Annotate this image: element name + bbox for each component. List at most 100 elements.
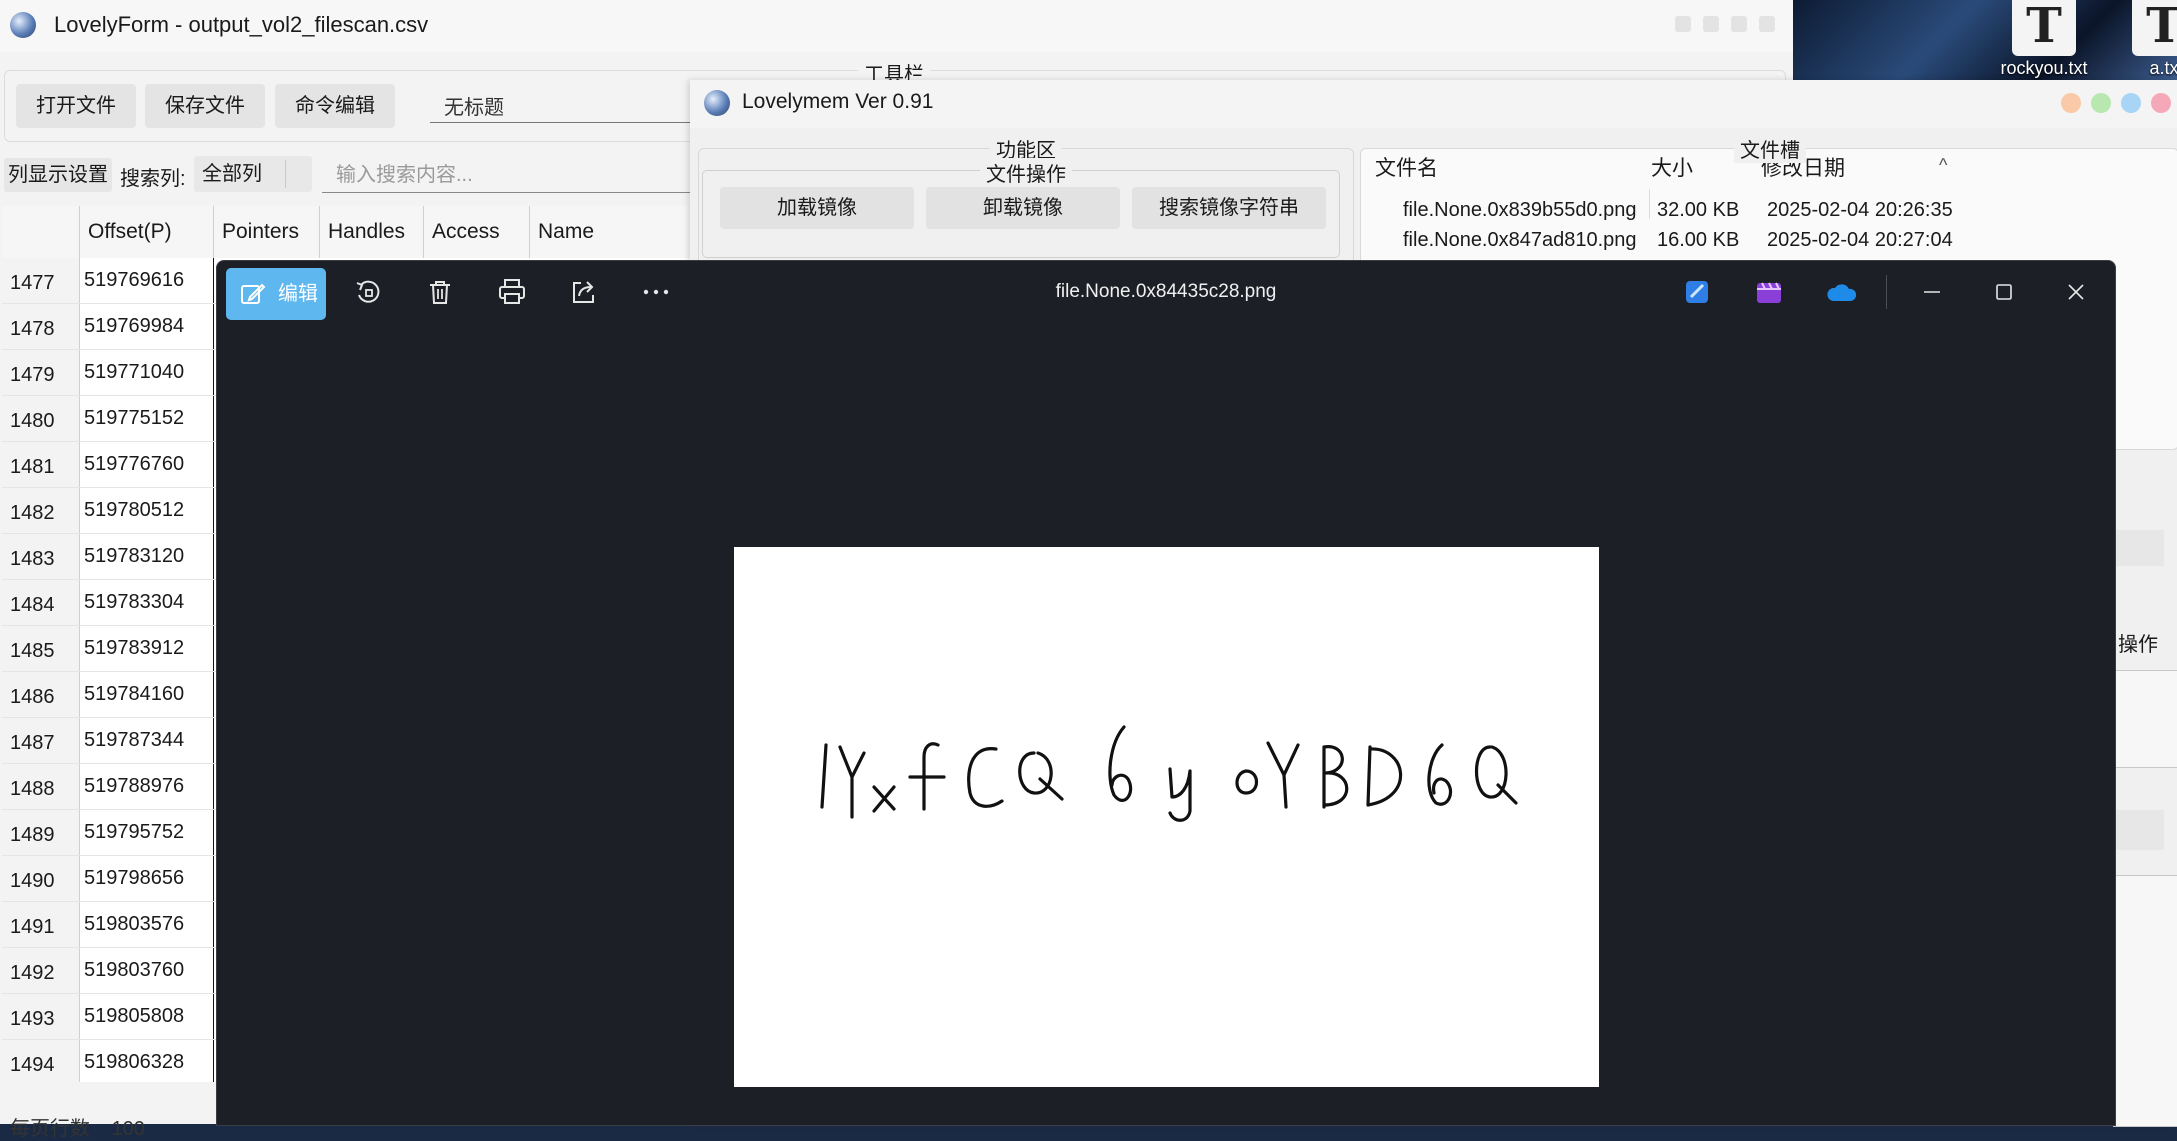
close-icon[interactable] [2151,93,2171,113]
file-name-header[interactable]: 文件名 [1375,149,1438,189]
file-row-size: 16.00 KB [1657,229,1740,251]
row-index: 1493 [2,994,80,1039]
row-index: 1489 [2,810,80,855]
minimize-icon[interactable] [1919,279,1945,305]
select-divider [285,160,286,188]
cell-offset: 519783912 [80,626,214,671]
cell-offset: 519788976 [80,764,214,809]
viewer-toolbar: 编辑 file.None.0x84435c28.png [217,261,2115,323]
maximize-icon[interactable] [1703,16,1719,32]
row-index: 1490 [2,856,80,901]
lovelyform-titlebar[interactable]: LovelyForm - output_vol2_filescan.csv [0,0,1793,52]
row-index-header [2,206,80,258]
cell-offset: 519769616 [80,258,214,303]
desktop-icon-label: rockyou.txt [2000,58,2088,78]
row-index: 1481 [2,442,80,487]
column-header-handles[interactable]: Handles [320,206,424,258]
sort-chevron-up-icon[interactable]: ^ [1939,155,1947,176]
column-header-offset[interactable]: Offset(P) [80,206,214,258]
file-row-size: 32.00 KB [1657,199,1740,221]
window-controls [2061,93,2171,113]
column-divider [1649,189,1650,219]
search-input[interactable] [322,158,730,193]
row-index: 1488 [2,764,80,809]
desktop-icon-a[interactable]: T a.tx [2109,0,2177,80]
onedrive-icon[interactable] [1825,277,1857,307]
cell-offset: 519780512 [80,488,214,533]
cell-offset: 519806328 [80,1040,214,1082]
row-index: 1477 [2,258,80,303]
close-icon[interactable] [1759,16,1775,32]
cell-offset: 519805808 [80,994,214,1039]
window-title: Lovelymem Ver 0.91 [742,90,934,113]
toolbar-divider [1886,275,1887,309]
cell-offset: 519795752 [80,810,214,855]
row-index: 1487 [2,718,80,763]
row-index: 1480 [2,396,80,441]
cell-offset: 519783304 [80,580,214,625]
unload-image-button[interactable]: 卸载镜像 [926,187,1120,229]
side-panel-log[interactable] [2113,875,2177,1127]
column-header-pointers[interactable]: Pointers [214,206,320,258]
file-slot-legend: 文件槽 [1734,134,1806,163]
save-file-button[interactable]: 保存文件 [145,84,265,128]
maximize-icon[interactable] [2091,93,2111,113]
desktop-icon-rockyou[interactable]: T rockyou.txt [1989,0,2099,80]
desktop-background: T rockyou.txt T a.tx [1793,0,2177,80]
row-index: 1492 [2,948,80,993]
row-index: 1491 [2,902,80,947]
row-index: 1482 [2,488,80,533]
text-file-icon: T [2012,0,2076,56]
cell-offset: 519769984 [80,304,214,349]
document-title-input[interactable] [430,88,718,123]
open-file-button[interactable]: 打开文件 [16,84,136,128]
column-settings-button[interactable]: 列显示设置 [4,158,112,192]
search-column-value: 全部列 [202,163,262,185]
file-row-name[interactable]: file.None.0x839b55d0.png [1403,199,1637,222]
cell-offset: 519775152 [80,396,214,441]
file-operations-legend: 文件操作 [980,158,1072,187]
minimize-icon[interactable] [2061,93,2081,113]
load-image-button[interactable]: 加载镜像 [720,187,914,229]
close-icon[interactable] [2063,279,2089,305]
window-title: LovelyForm - output_vol2_filescan.csv [54,12,429,37]
lovelymem-titlebar[interactable]: Lovelymem Ver 0.91 [690,80,2177,128]
row-index: 1494 [2,1040,80,1082]
rows-per-page: 每页行数 100 [10,1112,145,1141]
column-header-name[interactable]: Name [530,206,692,258]
file-row-name[interactable]: file.None.0x847ad810.png [1403,229,1637,252]
maximize-icon[interactable] [1991,279,2017,305]
designer-icon[interactable] [1681,277,1713,307]
cell-offset: 519776760 [80,442,214,487]
row-index: 1479 [2,350,80,395]
row-index: 1483 [2,534,80,579]
file-row-date: 2025-02-04 20:27:04 [1767,229,1953,251]
file-size-header[interactable]: 大小 [1651,149,1693,189]
search-image-strings-button[interactable]: 搜索镜像字符串 [1132,187,1326,229]
rows-per-page-label: 每页行数 [10,1118,90,1140]
column-header-access[interactable]: Access [424,206,530,258]
file-row-date: 2025-02-04 20:26:35 [1767,199,1953,221]
search-row: 列显示设置 搜索列: 全部列 [0,154,730,194]
fullscreen-icon[interactable] [1731,16,1747,32]
row-index: 1485 [2,626,80,671]
row-index: 1486 [2,672,80,717]
cell-offset: 519771040 [80,350,214,395]
cell-offset: 519783120 [80,534,214,579]
captcha-image [820,725,1518,822]
app-logo-icon [10,12,36,38]
app-logo-icon [704,90,730,116]
cell-offset: 519787344 [80,718,214,763]
side-panel-textbox[interactable] [2113,670,2177,768]
clipchamp-icon[interactable] [1753,277,1785,307]
minimize-icon[interactable] [1675,16,1691,32]
restore-icon[interactable] [2121,93,2141,113]
rows-per-page-value[interactable]: 100 [112,1118,145,1140]
command-edit-button[interactable]: 命令编辑 [275,84,395,128]
side-panel-bar-2 [2110,810,2164,850]
cell-offset: 519803760 [80,948,214,993]
photo-viewer-window: 编辑 file.None.0x84435c28.png [216,260,2116,1126]
row-index: 1484 [2,580,80,625]
displayed-image [734,547,1599,1087]
search-column-select[interactable]: 全部列 [194,156,312,192]
